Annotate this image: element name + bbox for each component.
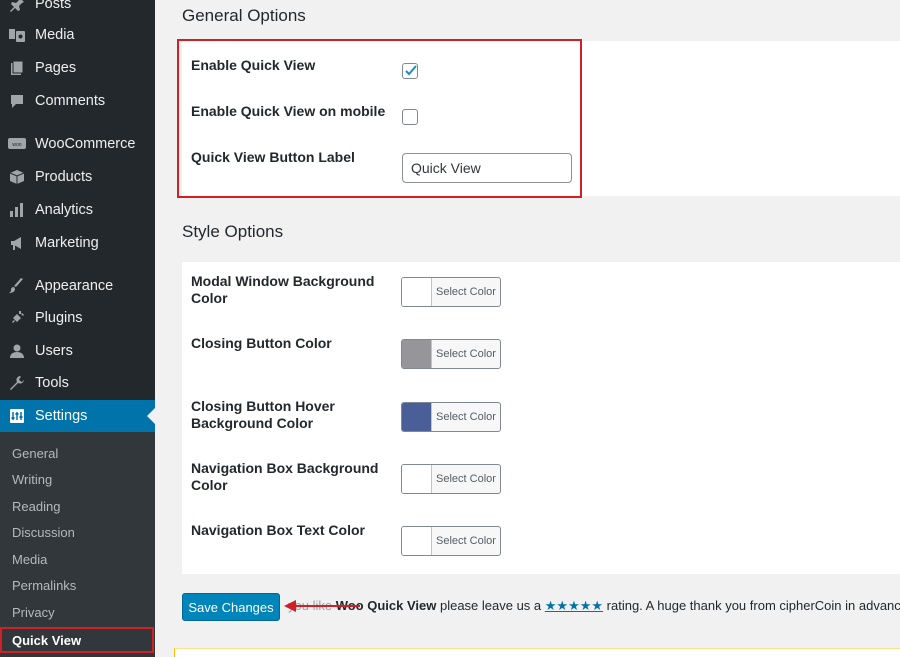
general-options-heading: General Options — [182, 6, 306, 25]
nav-box-bg-color-label: Navigation Box Background Color — [191, 460, 379, 493]
closing-button-color-label: Closing Button Color — [191, 335, 332, 351]
sidebar-item-tools[interactable]: Tools — [0, 367, 155, 399]
sidebar-item-pages[interactable]: Pages — [0, 52, 155, 84]
submenu-item-general[interactable]: General — [12, 446, 58, 461]
select-color-label: Select Color — [436, 411, 496, 423]
sidebar-item-label: Tools — [35, 375, 69, 391]
submenu-item-discussion[interactable]: Discussion — [12, 525, 75, 540]
select-color-label: Select Color — [436, 535, 496, 547]
admin-sidebar: Posts Media Pages Comments woo WooCommer… — [0, 0, 155, 657]
highlight-box — [177, 39, 582, 198]
save-changes-button[interactable]: Save Changes — [182, 593, 280, 621]
promo-end-text: rating. A huge thank you from cipherCoin… — [603, 598, 900, 613]
closing-hover-color-label: Closing Button Hover Background Color — [191, 398, 335, 431]
sidebar-item-appearance[interactable]: Appearance — [0, 270, 155, 302]
megaphone-icon — [8, 234, 26, 252]
media-icon — [8, 26, 26, 44]
submenu-item-writing[interactable]: Writing — [12, 472, 52, 487]
comment-icon — [8, 92, 26, 110]
sidebar-item-settings[interactable]: Settings — [0, 400, 155, 432]
submenu-item-reading[interactable]: Reading — [12, 499, 60, 514]
select-color-label: Select Color — [436, 286, 496, 298]
color-swatch — [402, 340, 432, 368]
submenu-item-permalinks[interactable]: Permalinks — [12, 578, 76, 593]
woo-icon: woo — [8, 135, 26, 153]
closing-hover-color-picker[interactable]: Select Color — [401, 402, 501, 432]
sidebar-item-marketing[interactable]: Marketing — [0, 227, 155, 259]
sidebar-item-woocommerce[interactable]: woo WooCommerce — [0, 128, 155, 160]
sidebar-item-label: Settings — [35, 408, 88, 424]
nav-box-text-color-label: Navigation Box Text Color — [191, 522, 365, 538]
plug-icon — [8, 309, 26, 327]
submenu-item-media[interactable]: Media — [12, 552, 47, 567]
nav-box-bg-color-picker[interactable]: Select Color — [401, 464, 501, 494]
style-options-heading: Style Options — [182, 222, 284, 241]
bar-chart-icon — [8, 201, 26, 219]
sidebar-item-analytics[interactable]: Analytics — [0, 194, 155, 226]
nav-box-text-color-picker[interactable]: Select Color — [401, 526, 501, 556]
promo-mid-text: please leave us a — [436, 598, 545, 613]
settings-icon — [8, 407, 26, 425]
annotation-arrow-icon — [284, 600, 360, 612]
sidebar-item-label: Products — [35, 169, 93, 185]
sidebar-item-label: Marketing — [35, 235, 99, 251]
sidebar-item-posts[interactable]: Posts — [0, 0, 155, 20]
sidebar-item-users[interactable]: Users — [0, 335, 155, 367]
rating-stars-link[interactable]: ★★★★★ — [545, 598, 603, 613]
sidebar-item-comments[interactable]: Comments — [0, 85, 155, 117]
color-swatch — [402, 403, 432, 431]
sidebar-item-label: Media — [35, 27, 75, 43]
modal-bg-color-label: Modal Window Background Color — [191, 273, 375, 306]
brush-icon — [8, 277, 26, 295]
active-menu-arrow — [147, 408, 155, 424]
rating-promo-text: you like Woo Quick View please leave us … — [288, 598, 900, 614]
color-swatch — [402, 278, 432, 306]
sidebar-item-label: Pages — [35, 60, 77, 76]
sidebar-item-plugins[interactable]: Plugins — [0, 302, 155, 334]
svg-text:woo: woo — [12, 142, 21, 148]
sidebar-item-label: Posts — [35, 0, 72, 12]
modal-bg-color-picker[interactable]: Select Color — [401, 277, 501, 307]
wrench-icon — [8, 374, 26, 392]
box-icon — [8, 168, 26, 186]
color-swatch — [402, 527, 432, 555]
sidebar-item-label: Plugins — [35, 310, 83, 326]
sidebar-item-label: Comments — [35, 93, 106, 109]
submenu-item-quick-view[interactable]: Quick View — [0, 627, 154, 653]
closing-button-color-picker[interactable]: Select Color — [401, 339, 501, 369]
sidebar-item-label: WooCommerce — [35, 136, 136, 152]
sidebar-item-media[interactable]: Media — [0, 19, 155, 51]
submenu-item-privacy[interactable]: Privacy — [12, 605, 55, 620]
pin-icon — [8, 0, 26, 13]
sidebar-item-products[interactable]: Products — [0, 161, 155, 193]
user-icon — [8, 342, 26, 360]
settings-submenu: General Writing Reading Discussion Media… — [0, 432, 155, 657]
sidebar-item-label: Analytics — [35, 202, 94, 218]
sidebar-item-label: Users — [35, 343, 73, 359]
select-color-label: Select Color — [436, 473, 496, 485]
admin-notice — [174, 648, 900, 657]
color-swatch — [402, 465, 432, 493]
select-color-label: Select Color — [436, 348, 496, 360]
page-icon — [8, 59, 26, 77]
sidebar-item-label: Appearance — [35, 278, 114, 294]
